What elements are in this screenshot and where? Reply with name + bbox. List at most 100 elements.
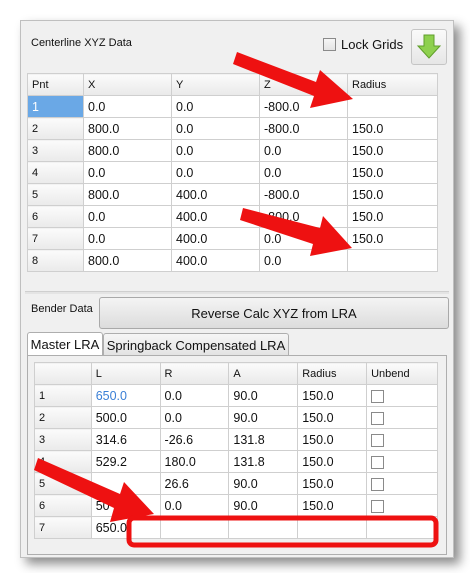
lra-cell[interactable]: 500.0	[90, 406, 161, 429]
centerline-cell[interactable]: 150.0	[347, 161, 438, 184]
centerline-cell[interactable]: 0.0	[83, 95, 172, 118]
centerline-cell[interactable]: 0.0	[259, 139, 348, 162]
centerline-cell[interactable]: 0.0	[83, 161, 172, 184]
centerline-cell[interactable]: 400.0	[171, 183, 260, 206]
lra-cell[interactable]: 131.8	[228, 450, 299, 473]
centerline-cell[interactable]: 800.0	[83, 139, 172, 162]
unbend-checkbox[interactable]	[371, 477, 385, 491]
centerline-cell[interactable]: 150.0	[347, 117, 438, 140]
lra-row[interactable]: 6 50 0.0 90.0 150.0	[34, 494, 438, 517]
lra-cell[interactable]: 650.0	[90, 384, 161, 407]
centerline-cell[interactable]	[347, 249, 438, 272]
centerline-cell[interactable]: 400.0	[171, 249, 260, 272]
lra-cell[interactable]: -26.6	[159, 428, 230, 451]
unbend-cell[interactable]	[366, 494, 438, 517]
lra-row[interactable]: 4 529.2 180.0 131.8 150.0	[34, 450, 438, 473]
pane-splitter[interactable]	[25, 291, 449, 294]
unbend-checkbox[interactable]	[371, 455, 385, 469]
lra-cell[interactable]: 150.0	[297, 472, 368, 495]
unbend-checkbox[interactable]	[371, 499, 385, 513]
lra-cell[interactable]: 0.0	[159, 406, 230, 429]
lra-cell[interactable]: 150.0	[297, 428, 368, 451]
centerline-grid[interactable]: Pnt X Y Z Radius 1 0.0 0.0 -800.0 2 800.0 0.0 -800.0…	[27, 73, 438, 272]
centerline-cell[interactable]: 150.0	[347, 139, 438, 162]
lra-cell[interactable]	[297, 516, 368, 539]
centerline-cell[interactable]: -800.0	[259, 95, 348, 118]
centerline-cell[interactable]: 0.0	[259, 227, 348, 250]
centerline-cell[interactable]: 800.0	[83, 249, 172, 272]
lra-cell[interactable]	[228, 516, 299, 539]
lra-cell[interactable]: 180.0	[159, 450, 230, 473]
unbend-checkbox[interactable]	[371, 411, 385, 425]
unbend-checkbox[interactable]	[371, 389, 385, 403]
lra-cell[interactable]: 150.0	[297, 406, 368, 429]
centerline-cell[interactable]: 0.0	[259, 161, 348, 184]
centerline-cell[interactable]: -800.0	[259, 183, 348, 206]
lra-row[interactable]: 1 650.0 0.0 90.0 150.0	[34, 384, 438, 407]
lra-cell[interactable]: 0.0	[159, 384, 230, 407]
centerline-cell[interactable]: 0.0	[83, 205, 172, 228]
centerline-row[interactable]: 5 800.0 400.0 -800.0 150.0	[27, 183, 438, 206]
centerline-cell[interactable]: 150.0	[347, 205, 438, 228]
lra-column-header: L	[90, 362, 161, 385]
centerline-row[interactable]: 1 0.0 0.0 -800.0	[27, 95, 438, 118]
centerline-cell[interactable]: 0.0	[171, 117, 260, 140]
centerline-cell[interactable]: 150.0	[347, 183, 438, 206]
reverse-calc-button[interactable]: Reverse Calc XYZ from LRA	[99, 297, 449, 329]
centerline-cell[interactable]: -800.0	[259, 205, 348, 228]
centerline-row[interactable]: 7 0.0 400.0 0.0 150.0	[27, 227, 438, 250]
lra-cell[interactable]: 90.0	[228, 406, 299, 429]
lock-grids-check-icon[interactable]	[323, 38, 336, 51]
lra-cell[interactable]: 150.0	[297, 384, 368, 407]
lra-row[interactable]: 7 650.0	[34, 516, 438, 539]
unbend-checkbox[interactable]	[371, 433, 385, 447]
lra-cell[interactable]: 90.0	[228, 384, 299, 407]
centerline-cell[interactable]: 0.0	[171, 161, 260, 184]
unbend-cell[interactable]	[366, 450, 438, 473]
lra-row[interactable]: 3 314.6 -26.6 131.8 150.0	[34, 428, 438, 451]
lra-cell[interactable]: 650.0	[90, 516, 161, 539]
lock-grids-checkbox[interactable]: Lock Grids	[323, 37, 403, 52]
lra-row[interactable]: 2 500.0 0.0 90.0 150.0	[34, 406, 438, 429]
centerline-row[interactable]: 8 800.0 400.0 0.0	[27, 249, 438, 272]
centerline-cell[interactable]: -800.0	[259, 117, 348, 140]
unbend-cell[interactable]	[366, 472, 438, 495]
lra-cell[interactable]: 50	[90, 494, 161, 517]
lra-column-header: Radius	[297, 362, 368, 385]
centerline-row[interactable]: 2 800.0 0.0 -800.0 150.0	[27, 117, 438, 140]
centerline-cell[interactable]: 400.0	[171, 227, 260, 250]
centerline-cell[interactable]: 0.0	[171, 95, 260, 118]
lra-cell[interactable]: 150.0	[297, 494, 368, 517]
centerline-cell[interactable]: 800.0	[83, 117, 172, 140]
lra-cell[interactable]: 529.2	[90, 450, 161, 473]
lra-cell[interactable]: 90.0	[228, 494, 299, 517]
centerline-row[interactable]: 3 800.0 0.0 0.0 150.0	[27, 139, 438, 162]
centerline-cell[interactable]: 800.0	[83, 183, 172, 206]
tab-master-lra[interactable]: Master LRA	[27, 332, 103, 356]
lra-cell[interactable]: 314.6	[90, 428, 161, 451]
centerline-cell[interactable]: 0.0	[259, 249, 348, 272]
lra-cell[interactable]: 131.8	[228, 428, 299, 451]
centerline-cell[interactable]	[347, 95, 438, 118]
lra-grid[interactable]: L R A Radius Unbend 1 650.0 0.0 90.0 150.0 2 500.0 0…	[34, 362, 438, 539]
lra-cell[interactable]: 90.0	[228, 472, 299, 495]
centerline-row[interactable]: 6 0.0 400.0 -800.0 150.0	[27, 205, 438, 228]
unbend-cell[interactable]	[366, 384, 438, 407]
download-button[interactable]	[411, 29, 447, 65]
unbend-cell[interactable]	[366, 516, 438, 539]
lra-cell[interactable]: 0.0	[159, 494, 230, 517]
unbend-cell[interactable]	[366, 406, 438, 429]
unbend-cell[interactable]	[366, 428, 438, 451]
centerline-row-header: 5	[27, 183, 84, 206]
lra-cell[interactable]	[159, 516, 230, 539]
centerline-cell[interactable]: 0.0	[171, 139, 260, 162]
lra-cell[interactable]	[90, 472, 161, 495]
centerline-cell[interactable]: 150.0	[347, 227, 438, 250]
lra-cell[interactable]: 150.0	[297, 450, 368, 473]
lra-row[interactable]: 5 26.6 90.0 150.0	[34, 472, 438, 495]
lra-cell[interactable]: 26.6	[159, 472, 230, 495]
centerline-cell[interactable]: 0.0	[83, 227, 172, 250]
centerline-cell[interactable]: 400.0	[171, 205, 260, 228]
centerline-row[interactable]: 4 0.0 0.0 0.0 150.0	[27, 161, 438, 184]
tab-springback-lra[interactable]: Springback Compensated LRA	[103, 333, 289, 356]
